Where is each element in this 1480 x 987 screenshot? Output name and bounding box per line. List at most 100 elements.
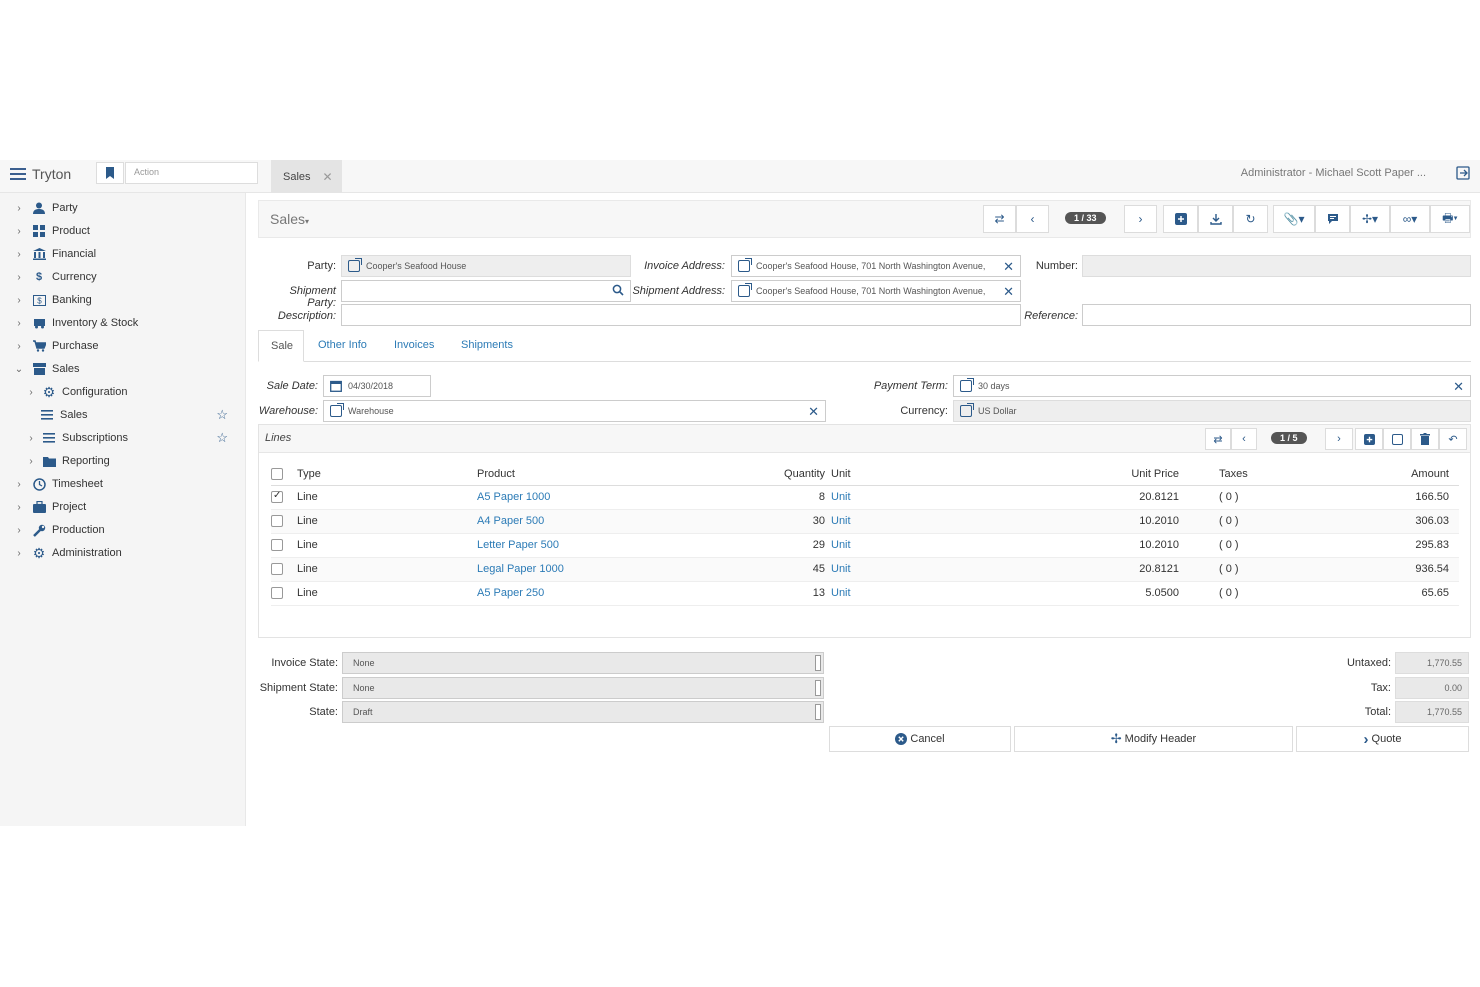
warehouse-field[interactable]: Warehouse ✕ bbox=[323, 400, 826, 422]
clear-icon[interactable]: ✕ bbox=[1003, 259, 1014, 275]
chevron-right-icon[interactable]: › bbox=[26, 387, 36, 398]
app-menu-toggle[interactable]: Tryton bbox=[10, 166, 71, 182]
sidebar-item-currency[interactable]: › $ Currency bbox=[0, 267, 246, 287]
save-button[interactable] bbox=[1198, 205, 1233, 233]
chevron-right-icon[interactable]: › bbox=[26, 456, 36, 467]
chevron-right-icon[interactable]: › bbox=[14, 525, 24, 536]
cell-product[interactable]: A4 Paper 500 bbox=[477, 509, 727, 534]
col-amount[interactable]: Amount bbox=[1291, 463, 1459, 486]
cell-product[interactable]: A5 Paper 1000 bbox=[477, 485, 727, 510]
sidebar-item-financial[interactable]: › Financial bbox=[0, 244, 246, 264]
chevron-right-icon[interactable]: › bbox=[14, 249, 24, 260]
chevron-right-icon[interactable]: › bbox=[14, 272, 24, 283]
col-taxes[interactable]: Taxes bbox=[1191, 463, 1291, 486]
clear-icon[interactable]: ✕ bbox=[1003, 284, 1014, 300]
lines-switch-button[interactable]: ⇄ bbox=[1205, 428, 1231, 450]
open-record-icon[interactable] bbox=[330, 403, 344, 417]
row-select-cell[interactable] bbox=[271, 533, 297, 558]
sidebar-item-subscriptions[interactable]: › Subscriptions ☆ bbox=[0, 428, 246, 448]
lines-open-button[interactable] bbox=[1383, 428, 1411, 450]
row-select-cell[interactable] bbox=[271, 581, 297, 606]
lines-delete-button[interactable] bbox=[1411, 428, 1439, 450]
sidebar-item-party[interactable]: › Party bbox=[0, 198, 246, 218]
table-row[interactable]: Line A5 Paper 250 13 Unit 5.0500 ( 0 ) 6… bbox=[271, 581, 1459, 606]
tab-shipments[interactable]: Shipments bbox=[449, 330, 525, 362]
cell-product[interactable]: Letter Paper 500 bbox=[477, 533, 727, 558]
cancel-button[interactable]: Cancel bbox=[829, 726, 1011, 752]
star-icon[interactable]: ☆ bbox=[216, 430, 228, 446]
shipment-state-select[interactable]: None bbox=[342, 677, 824, 699]
lines-new-button[interactable] bbox=[1355, 428, 1383, 450]
chevron-right-icon[interactable]: › bbox=[14, 502, 24, 513]
sidebar-item-purchase[interactable]: › Purchase bbox=[0, 336, 246, 356]
invoice-address-field[interactable]: Cooper's Seafood House, 701 North Washin… bbox=[731, 255, 1021, 277]
print-button[interactable]: 🖶▾ bbox=[1430, 205, 1470, 233]
invoice-state-select[interactable]: None bbox=[342, 652, 824, 674]
switch-view-button[interactable]: ⇄ bbox=[983, 205, 1016, 233]
attachment-button[interactable]: 📎▾ bbox=[1273, 205, 1315, 233]
col-product[interactable]: Product bbox=[477, 463, 727, 486]
table-row[interactable]: Line Legal Paper 1000 45 Unit 20.8121 ( … bbox=[271, 557, 1459, 582]
sale-date-field[interactable]: 04/30/2018 bbox=[323, 375, 431, 397]
cell-unit[interactable]: Unit bbox=[831, 533, 941, 558]
cell-unit[interactable]: Unit bbox=[831, 557, 941, 582]
col-type[interactable]: Type bbox=[297, 463, 477, 486]
row-checkbox[interactable] bbox=[271, 539, 283, 552]
col-unit-price[interactable]: Unit Price bbox=[941, 463, 1191, 486]
sidebar-item-product[interactable]: › Product bbox=[0, 221, 246, 241]
open-record-icon[interactable] bbox=[738, 283, 752, 297]
row-select-cell[interactable] bbox=[271, 509, 297, 534]
table-row[interactable]: Line A5 Paper 1000 8 Unit 20.8121 ( 0 ) … bbox=[271, 485, 1459, 510]
chevron-right-icon[interactable]: › bbox=[14, 295, 24, 306]
lines-undo-button[interactable]: ↶ bbox=[1439, 428, 1467, 450]
sidebar-item-project[interactable]: › Project bbox=[0, 497, 246, 517]
star-icon[interactable]: ☆ bbox=[216, 407, 228, 423]
row-checkbox[interactable] bbox=[271, 515, 283, 528]
previous-record-button[interactable]: ‹ bbox=[1016, 205, 1049, 233]
col-unit[interactable]: Unit bbox=[831, 463, 941, 486]
relate-button[interactable]: ∞▾ bbox=[1390, 205, 1430, 233]
state-select[interactable]: Draft bbox=[342, 701, 824, 723]
open-record-icon[interactable] bbox=[960, 378, 974, 392]
table-row[interactable]: Line Letter Paper 500 29 Unit 10.2010 ( … bbox=[271, 533, 1459, 558]
cell-unit[interactable]: Unit bbox=[831, 509, 941, 534]
tab-invoices[interactable]: Invoices bbox=[382, 330, 446, 362]
row-checkbox[interactable] bbox=[271, 587, 283, 600]
open-record-icon[interactable] bbox=[738, 258, 752, 272]
row-select-cell[interactable] bbox=[271, 485, 297, 510]
cell-unit[interactable]: Unit bbox=[831, 581, 941, 606]
form-title-menu[interactable]: Sales▾ bbox=[270, 211, 309, 227]
next-record-button[interactable]: › bbox=[1124, 205, 1157, 233]
chevron-right-icon[interactable]: › bbox=[14, 203, 24, 214]
select-all-checkbox[interactable] bbox=[271, 467, 283, 480]
search-icon[interactable] bbox=[612, 284, 624, 296]
select-all-header[interactable] bbox=[271, 463, 297, 486]
table-row[interactable]: Line A4 Paper 500 30 Unit 10.2010 ( 0 ) … bbox=[271, 509, 1459, 534]
row-checkbox[interactable] bbox=[271, 490, 283, 504]
sidebar-item-sales-list[interactable]: Sales ☆ bbox=[0, 405, 246, 425]
party-field[interactable]: Cooper's Seafood House bbox=[341, 255, 631, 277]
shipment-address-field[interactable]: Cooper's Seafood House, 701 North Washin… bbox=[731, 280, 1021, 302]
tab-sale[interactable]: Sale bbox=[258, 330, 304, 362]
description-field[interactable] bbox=[341, 304, 1021, 326]
reference-field[interactable] bbox=[1082, 304, 1471, 326]
chevron-right-icon[interactable]: › bbox=[14, 341, 24, 352]
chevron-down-icon[interactable]: ⌄ bbox=[14, 364, 24, 375]
reload-button[interactable]: ↻ bbox=[1233, 205, 1268, 233]
clear-icon[interactable]: ✕ bbox=[1453, 379, 1464, 395]
sidebar-item-reporting[interactable]: › Reporting bbox=[0, 451, 246, 471]
payment-term-field[interactable]: 30 days ✕ bbox=[953, 375, 1471, 397]
row-select-cell[interactable] bbox=[271, 557, 297, 582]
sidebar-item-sales[interactable]: ⌄ Sales bbox=[0, 359, 246, 379]
notes-button[interactable] bbox=[1315, 205, 1350, 233]
sidebar-item-banking[interactable]: › $ Banking bbox=[0, 290, 246, 310]
open-record-icon[interactable] bbox=[960, 403, 974, 417]
chevron-right-icon[interactable]: › bbox=[14, 479, 24, 490]
user-preferences-link[interactable]: Administrator - Michael Scott Paper ... bbox=[1241, 167, 1426, 179]
modify-header-button[interactable]: ✢ Modify Header bbox=[1014, 726, 1293, 752]
quote-button[interactable]: › Quote bbox=[1296, 726, 1469, 752]
col-quantity[interactable]: Quantity bbox=[727, 463, 831, 486]
sidebar-item-configuration[interactable]: › ⚙ Configuration bbox=[0, 382, 246, 402]
open-record-icon[interactable] bbox=[348, 258, 362, 272]
sidebar-item-inventory[interactable]: › Inventory & Stock bbox=[0, 313, 246, 333]
